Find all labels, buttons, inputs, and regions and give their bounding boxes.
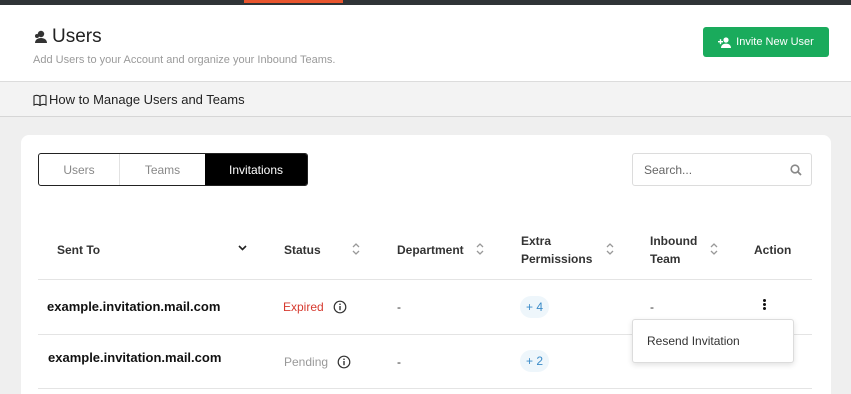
chevron-down-icon[interactable] — [238, 245, 247, 251]
top-bar-accent — [244, 0, 343, 3]
column-header-extra[interactable]: Extra — [521, 232, 551, 250]
how-to-link[interactable]: How to Manage Users and Teams — [33, 92, 245, 107]
info-icon[interactable] — [333, 300, 347, 314]
help-bar: How to Manage Users and Teams — [0, 82, 851, 117]
page-subtitle: Add Users to your Account and organize y… — [33, 54, 336, 66]
tab-invitations[interactable]: Invitations — [205, 154, 307, 185]
column-header-department[interactable]: Department — [397, 241, 464, 259]
sort-icon[interactable] — [710, 242, 718, 256]
row-department: - — [397, 300, 401, 314]
more-actions-icon[interactable] — [760, 299, 768, 315]
search-input[interactable] — [633, 154, 783, 185]
column-header-permissions[interactable]: Permissions — [521, 250, 592, 268]
page-header: Users Add Users to your Account and orga… — [0, 5, 851, 82]
column-header-inbound[interactable]: Inbound — [650, 232, 697, 250]
column-header-action: Action — [754, 243, 792, 257]
row-inbound-team: - — [650, 300, 654, 314]
row-sent-to: example.invitation.mail.com — [47, 299, 221, 314]
info-icon[interactable] — [337, 355, 351, 369]
resend-invitation-item[interactable]: Resend Invitation — [647, 334, 740, 348]
page-title: Users — [52, 26, 102, 47]
invite-button-label: Invite New User — [736, 36, 814, 48]
header-divider — [38, 279, 812, 280]
column-header-status[interactable]: Status — [284, 241, 321, 259]
how-to-label: How to Manage Users and Teams — [49, 92, 245, 107]
row-department: - — [397, 355, 401, 369]
tab-users[interactable]: Users — [39, 154, 120, 185]
status-badge: Expired — [283, 300, 324, 314]
sort-icon[interactable] — [352, 242, 360, 256]
users-icon — [35, 30, 47, 43]
sort-icon[interactable] — [476, 242, 484, 256]
title-row: Users — [33, 26, 102, 48]
extra-permissions-badge[interactable]: + 4 — [520, 296, 550, 318]
invite-new-user-button[interactable]: Invite New User — [703, 27, 829, 57]
action-menu: Resend Invitation — [632, 319, 794, 363]
search-icon[interactable] — [790, 164, 802, 176]
column-header-sent-to[interactable]: Sent To — [57, 241, 100, 259]
add-user-icon — [718, 36, 732, 48]
tab-group: Users Teams Invitations — [38, 153, 308, 186]
extra-permissions-badge[interactable]: + 2 — [520, 350, 550, 372]
search-box — [632, 153, 812, 186]
row-divider — [38, 388, 812, 389]
book-icon — [33, 94, 47, 106]
column-header-team[interactable]: Team — [650, 250, 680, 268]
status-badge: Pending — [284, 355, 329, 369]
sort-icon[interactable] — [606, 242, 614, 256]
tab-teams[interactable]: Teams — [120, 154, 205, 185]
row-sent-to: example.invitation.mail.com — [48, 350, 222, 365]
